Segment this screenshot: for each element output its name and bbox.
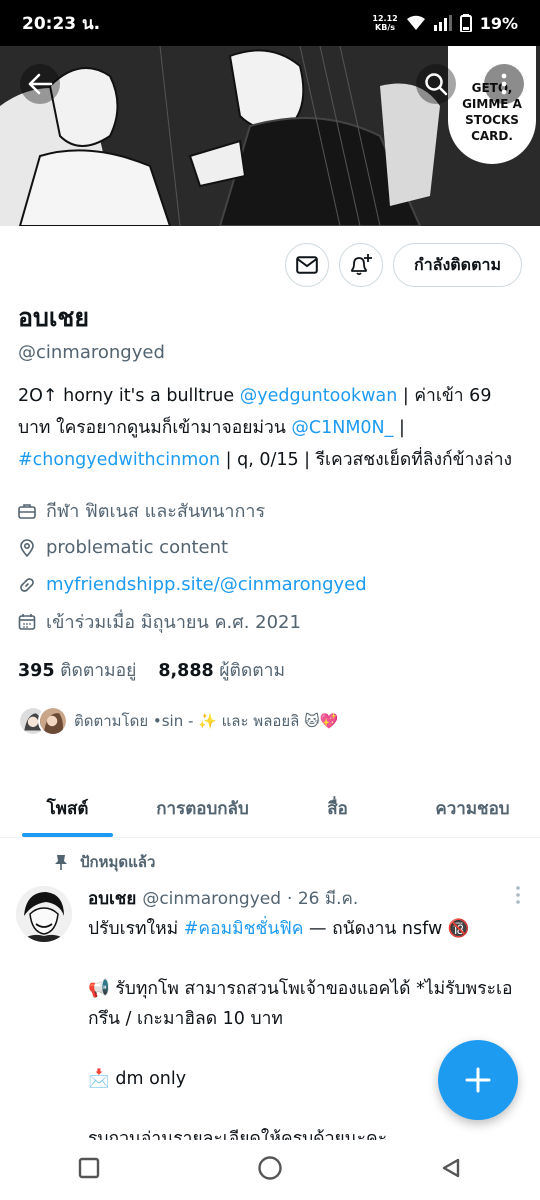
joined-row: เข้าร่วมเมื่อ มิถุนายน ค.ศ. 2021 bbox=[18, 603, 524, 640]
profile-bio: 2O↑ horny it's a bulltrue @yedguntookwan… bbox=[18, 380, 524, 476]
notifications-button[interactable] bbox=[339, 243, 383, 287]
more-vertical-icon bbox=[516, 886, 520, 904]
back-arrow-icon bbox=[28, 73, 53, 95]
more-vertical-icon bbox=[501, 73, 507, 95]
followed-by-avatars bbox=[18, 706, 68, 736]
tweet-header: อบเชย @cinmarongyed · 26 มี.ค. bbox=[88, 884, 526, 914]
following-label: ติดตามอยู่ bbox=[60, 661, 137, 681]
following-count: 395 bbox=[18, 661, 55, 681]
display-name: อบเชย bbox=[18, 303, 90, 332]
home-circle-icon bbox=[258, 1156, 282, 1180]
home-button[interactable] bbox=[257, 1155, 283, 1185]
tweet-hashtag-link[interactable]: #คอมมิชชั่นฟิค bbox=[184, 919, 304, 939]
pinned-text: ปักหมุดแล้ว bbox=[80, 853, 156, 871]
avatar-image bbox=[16, 886, 72, 942]
bell-plus-icon bbox=[351, 254, 372, 276]
more-options-button[interactable] bbox=[484, 64, 524, 104]
link-icon bbox=[20, 577, 34, 592]
followed-by-text: ติดตามโดย •sin - ✨ และ พลอยลิ 🐱💖 bbox=[74, 712, 339, 730]
system-nav-bar bbox=[0, 1140, 540, 1200]
tweet-avatar[interactable] bbox=[16, 886, 72, 942]
follow-counts: 395 ติดตามอยู่ 8,888 ผู้ติดตาม bbox=[18, 656, 524, 684]
calendar-icon bbox=[18, 613, 36, 630]
profile-actions: กำลังติดตาม bbox=[285, 243, 522, 287]
status-bar: 20:23 น. 12.12 KB/s 19% bbox=[0, 0, 540, 46]
url-row: myfriendshipp.site/@cinmarongyed bbox=[18, 566, 524, 603]
net-speed-value: 12.12 bbox=[372, 14, 398, 23]
bio-mention-link[interactable]: @yedguntookwan bbox=[240, 386, 398, 406]
followers-link[interactable]: 8,888 ผู้ติดตาม bbox=[158, 656, 285, 684]
mail-icon bbox=[296, 256, 318, 274]
category-text: กีฬา ฟิตเนส และสันทนาการ bbox=[46, 501, 266, 522]
recents-button[interactable] bbox=[78, 1157, 100, 1183]
briefcase-icon bbox=[18, 503, 36, 519]
location-text: problematic content bbox=[46, 537, 229, 558]
tab-media[interactable]: สื่อ bbox=[270, 780, 405, 837]
tweet-author-handle: @cinmarongyed bbox=[142, 889, 282, 909]
net-speed-unit: KB/s bbox=[375, 23, 396, 32]
compose-post-button[interactable] bbox=[438, 1040, 518, 1120]
bio-text: | bbox=[393, 418, 405, 438]
tab-replies[interactable]: การตอบกลับ bbox=[135, 780, 270, 837]
profile-meta: กีฬา ฟิตเนส และสันทนาการ problematic con… bbox=[18, 492, 524, 640]
tweet-text: ปรับเรทใหม่ #คอมมิชชั่นฟิค — ถนัดงาน nsf… bbox=[88, 914, 526, 1154]
profile-info: อบเชย @cinmarongyed 2O↑ horny it's a bul… bbox=[18, 300, 524, 736]
tweet-line: ปรับเรทใหม่ #คอมมิชชั่นฟิค — ถนัดงาน nsf… bbox=[88, 914, 526, 944]
following-button[interactable]: กำลังติดตาม bbox=[393, 243, 522, 287]
tweet-more-button[interactable] bbox=[516, 886, 520, 909]
profile-banner[interactable]: GETO, GIMME A STOCKS CARD. bbox=[0, 46, 540, 226]
bio-text: | q, 0/15 | รีเควสชงเย็ดที่ลิงก์ข้างล่าง bbox=[220, 450, 513, 470]
location-pin-icon bbox=[20, 538, 34, 557]
back-triangle-icon bbox=[442, 1158, 459, 1178]
speech-bubble: GETO, GIMME A STOCKS CARD. bbox=[448, 46, 536, 164]
following-link[interactable]: 395 ติดตามอยู่ bbox=[18, 656, 136, 684]
tweet-line: 📢 รับทุกโพ สามารถสวนโพเจ้าของแอคได้ *ไม่… bbox=[88, 979, 513, 1029]
tweet-spacer bbox=[88, 944, 526, 974]
network-speed: 12.12 KB/s bbox=[372, 14, 397, 32]
signal-icon bbox=[433, 15, 452, 31]
followers-count: 8,888 bbox=[158, 661, 214, 681]
category-row: กีฬา ฟิตเนส และสันทนาการ bbox=[18, 492, 524, 529]
bio-hashtag-link[interactable]: #chongyedwithcinmon bbox=[18, 450, 220, 470]
plus-icon bbox=[465, 1067, 491, 1093]
followed-by-row[interactable]: ติดตามโดย •sin - ✨ และ พลอยลิ 🐱💖 bbox=[18, 706, 524, 736]
tweet-text-part: ปรับเรทใหม่ bbox=[88, 919, 184, 939]
pinned-tweet[interactable]: อบเชย @cinmarongyed · 26 มี.ค. ปรับเรทให… bbox=[16, 884, 526, 1154]
search-icon bbox=[425, 73, 448, 96]
profile-tabs: โพสต์ การตอบกลับ สื่อ ความชอบ bbox=[0, 780, 540, 838]
pin-icon bbox=[55, 855, 67, 870]
message-button[interactable] bbox=[285, 243, 329, 287]
search-button[interactable] bbox=[416, 64, 456, 104]
follower-avatar bbox=[38, 706, 68, 736]
tweet-date: · 26 มี.ค. bbox=[287, 889, 359, 909]
status-time: 20:23 น. bbox=[22, 13, 101, 34]
back-nav-button[interactable] bbox=[440, 1157, 462, 1183]
pinned-label: ปักหมุดแล้ว bbox=[54, 850, 155, 874]
tab-likes[interactable]: ความชอบ bbox=[405, 780, 540, 837]
profile-url-link[interactable]: myfriendshipp.site/@cinmarongyed bbox=[46, 574, 367, 595]
tab-posts[interactable]: โพสต์ bbox=[0, 780, 135, 837]
battery-level: 19% bbox=[479, 13, 518, 33]
back-button[interactable] bbox=[20, 64, 60, 104]
tweet-author-name[interactable]: อบเชย bbox=[88, 884, 136, 914]
tweet-text-part: — ถนัดงาน nsfw 🔞 bbox=[303, 919, 470, 939]
wifi-icon bbox=[406, 15, 425, 30]
joined-text: เข้าร่วมเมื่อ มิถุนายน ค.ศ. 2021 bbox=[46, 612, 301, 633]
recents-square-icon bbox=[79, 1157, 100, 1179]
status-right: 12.12 KB/s 19% bbox=[372, 14, 518, 33]
followers-label: ผู้ติดตาม bbox=[219, 661, 285, 681]
user-handle: @cinmarongyed bbox=[18, 342, 165, 363]
bio-text: 2O↑ horny it's a bulltrue bbox=[18, 386, 240, 406]
battery-icon bbox=[459, 14, 472, 32]
location-row: problematic content bbox=[18, 529, 524, 566]
bio-mention-link[interactable]: @C1NM0N_ bbox=[291, 418, 393, 438]
